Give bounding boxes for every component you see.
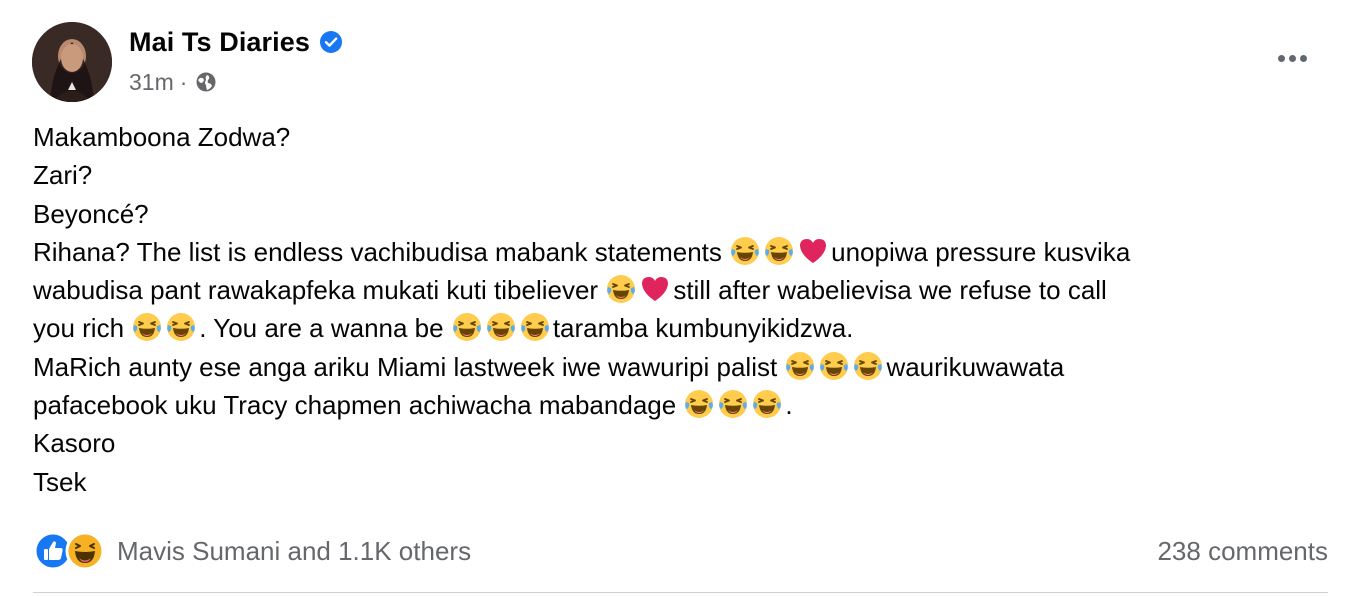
meta-separator: · [179, 68, 188, 95]
laughing-emoji-icon [763, 235, 795, 267]
footer-divider [33, 592, 1328, 593]
laughing-emoji-icon [605, 273, 637, 305]
more-dot [1288, 54, 1296, 62]
laughing-emoji-icon [818, 350, 850, 382]
post-text: unopiwa pressure kusvika [831, 236, 1131, 267]
post-text: Zari? [33, 160, 93, 191]
laughing-emoji-icon [165, 311, 197, 343]
verified-badge-icon [319, 30, 343, 54]
post-text: . You are a wanna be [199, 313, 451, 344]
more-dot [1277, 54, 1285, 62]
post-body-line: MaRich aunty ese anga ariku Miami lastwe… [33, 348, 1333, 386]
post-text: . [785, 390, 793, 421]
post-body-line: pafacebook uku Tracy chapmen achiwacha m… [33, 386, 1333, 424]
author-row: Mai Ts Diaries [129, 24, 343, 60]
post-body-line: Kasoro [33, 424, 1333, 462]
post-text: you rich [33, 313, 132, 344]
more-dot [1299, 54, 1307, 62]
post-timestamp[interactable]: 31m [129, 69, 174, 96]
post-text: pafacebook uku Tracy chapmen achiwacha m… [33, 390, 684, 421]
post-body-line: wabudisa pant rawakapfeka mukati kuti ti… [33, 271, 1333, 309]
reactions-text: Mavis Sumani and 1.1K others [117, 535, 472, 566]
heart-emoji-icon [639, 273, 671, 305]
laughing-emoji-icon [784, 350, 816, 382]
post-text: MaRich aunty ese anga ariku Miami lastwe… [33, 351, 785, 382]
author-name[interactable]: Mai Ts Diaries [129, 27, 310, 58]
laughing-emoji-icon [519, 311, 551, 343]
globe-icon[interactable] [195, 71, 217, 93]
author-avatar[interactable] [32, 22, 112, 102]
laughing-emoji-icon [852, 350, 884, 382]
laughing-emoji-icon [131, 311, 163, 343]
haha-icon [65, 531, 105, 571]
laughing-emoji-icon [451, 311, 483, 343]
post-card: Mai Ts Diaries 31m · Makamboona Zodwa? Za… [0, 0, 1366, 596]
more-options-icon[interactable] [1272, 46, 1312, 70]
heart-emoji-icon [797, 235, 829, 267]
laughing-emoji-icon [485, 311, 517, 343]
reactions-summary[interactable]: Mavis Sumani and 1.1K others [33, 531, 471, 571]
post-text: waurikuwawata [886, 351, 1065, 382]
post-text: Rihana? The list is endless vachibudisa … [33, 236, 730, 267]
post-body: Makamboona Zodwa? Zari? Beyoncé? Rihana? Th… [33, 118, 1333, 501]
post-body-line: Zari? [33, 156, 1333, 194]
reaction-icons [33, 531, 105, 571]
post-meta: 31m · [129, 66, 217, 98]
post-body-line: Tsek [33, 463, 1333, 501]
post-text: Kasoro [33, 428, 116, 459]
laughing-emoji-icon [751, 388, 783, 420]
post-body-line: Beyoncé? [33, 195, 1333, 233]
post-body-line: you rich . You are a wanna be taramba ku… [33, 309, 1333, 347]
post-text: wabudisa pant rawakapfeka mukati kuti ti… [33, 275, 606, 306]
post-body-line: Makamboona Zodwa? [33, 118, 1333, 156]
post-text: Tsek [33, 466, 87, 497]
post-text: Beyoncé? [33, 198, 149, 229]
avatar-image [32, 22, 112, 102]
post-text: still after wabelievisa we refuse to cal… [673, 275, 1107, 306]
post-text: taramba kumbunyikidzwa. [552, 313, 854, 344]
post-body-line: Rihana? The list is endless vachibudisa … [33, 233, 1333, 271]
post-footer: Mavis Sumani and 1.1K others 238 comment… [33, 528, 1328, 574]
post-text: Makamboona Zodwa? [33, 122, 291, 152]
laughing-emoji-icon [729, 235, 761, 267]
laughing-emoji-icon [717, 388, 749, 420]
laughing-emoji-icon [683, 388, 715, 420]
comments-count[interactable]: 238 comments [1157, 536, 1328, 567]
